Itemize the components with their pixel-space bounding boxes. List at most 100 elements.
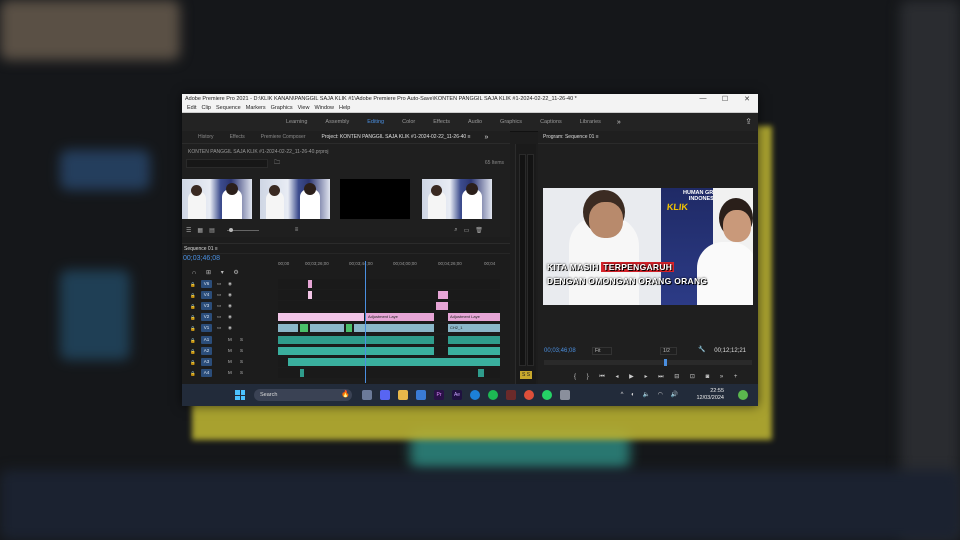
mute-button[interactable]: M <box>228 337 232 342</box>
lock-icon[interactable]: 🔒 <box>190 371 196 377</box>
sync-icon[interactable]: ▭ <box>217 303 221 309</box>
premiere-pro-icon[interactable]: Pr <box>434 390 444 400</box>
workspace-learning[interactable]: Learning <box>286 119 307 125</box>
track-label[interactable]: A1 <box>201 336 212 344</box>
after-effects-icon[interactable]: Ae <box>452 390 462 400</box>
speaker-icon[interactable]: 🔈 <box>642 392 649 398</box>
timeline-playhead[interactable] <box>365 261 366 383</box>
menu-markers[interactable]: Markers <box>246 105 266 111</box>
resolution-select[interactable]: 1/2 <box>660 347 677 355</box>
step-back-icon[interactable]: ◂ <box>615 374 618 380</box>
close-button[interactable]: ✕ <box>736 95 758 103</box>
audio-clip[interactable] <box>278 347 434 355</box>
workspace-audio[interactable]: Audio <box>468 119 482 125</box>
new-bin-icon[interactable]: 🗀 <box>274 158 280 168</box>
timeline-clip[interactable] <box>436 302 448 310</box>
project-search-input[interactable] <box>186 159 268 168</box>
chrome-icon[interactable] <box>524 390 534 400</box>
chevron-up-icon[interactable]: ^ <box>621 392 624 398</box>
timeline-clip[interactable] <box>354 324 434 332</box>
menu-edit[interactable]: Edit <box>187 105 196 111</box>
minimize-button[interactable]: — <box>692 95 714 103</box>
notification-icon[interactable] <box>738 390 748 400</box>
tray-app-icon[interactable]: ◐ <box>631 392 635 398</box>
workspace-graphics[interactable]: Graphics <box>500 119 522 125</box>
track-label[interactable]: V6 <box>201 280 212 288</box>
timeline-timecode[interactable]: 00;03;46;08 <box>183 255 220 262</box>
program-scrub-bar[interactable] <box>544 359 752 366</box>
sequence-tab[interactable]: Sequence 01 ≡ <box>182 244 510 254</box>
camera-icon[interactable]: ◙ <box>706 374 710 380</box>
audio-clip[interactable] <box>448 336 500 344</box>
lock-icon[interactable]: 🔒 <box>190 360 196 366</box>
audio-clip[interactable] <box>278 336 434 344</box>
spotify-icon[interactable] <box>488 390 498 400</box>
menu-help[interactable]: Help <box>339 105 350 111</box>
wrench-icon[interactable]: 🔧 <box>698 346 705 353</box>
wifi-icon[interactable]: ◠ <box>658 392 663 398</box>
panel-more-icon[interactable]: » <box>485 134 489 141</box>
app-icon[interactable] <box>506 390 516 400</box>
menu-sequence[interactable]: Sequence <box>216 105 241 111</box>
search-icon[interactable]: ⌕ <box>454 227 457 234</box>
mail-icon[interactable] <box>416 390 426 400</box>
timeline-clip[interactable] <box>308 291 312 299</box>
lock-icon[interactable]: 🔒 <box>190 293 196 299</box>
menu-graphics[interactable]: Graphics <box>271 105 293 111</box>
timeline-clip[interactable] <box>308 280 312 288</box>
lift-icon[interactable]: ⊟ <box>674 374 679 380</box>
track-label[interactable]: A4 <box>201 369 212 377</box>
timeline-clip[interactable] <box>278 313 364 321</box>
taskbar-search-input[interactable]: Search 🔥 <box>254 389 352 401</box>
app-icon[interactable] <box>560 390 570 400</box>
icon-view-icon[interactable]: ▦ <box>197 227 203 234</box>
menu-window[interactable]: Window <box>314 105 334 111</box>
list-view-icon[interactable]: ☰ <box>186 227 191 234</box>
audio-clip[interactable] <box>478 369 484 377</box>
timeline-clip[interactable] <box>300 324 308 332</box>
whatsapp-icon[interactable] <box>542 390 552 400</box>
sync-icon[interactable]: ▭ <box>217 325 221 331</box>
tab-effects[interactable]: Effects <box>230 134 245 140</box>
menu-clip[interactable]: Clip <box>201 105 210 111</box>
track-label[interactable]: V1 <box>201 324 212 332</box>
workspace-assembly[interactable]: Assembly <box>325 119 349 125</box>
tab-premiere-composer[interactable]: Premiere Composer <box>261 134 306 140</box>
track-label[interactable]: A2 <box>201 347 212 355</box>
media-thumbnail[interactable] <box>182 179 252 219</box>
media-thumbnail[interactable] <box>260 179 330 219</box>
mark-out-icon[interactable]: } <box>587 374 589 380</box>
file-explorer-icon[interactable] <box>398 390 408 400</box>
eye-icon[interactable]: ◉ <box>228 303 232 309</box>
workspace-color[interactable]: Color <box>402 119 415 125</box>
discord-icon[interactable] <box>380 390 390 400</box>
adjustment-layer-clip[interactable]: Adjustment Laye <box>366 313 434 321</box>
workspace-more-icon[interactable]: » <box>617 119 621 126</box>
solo-button[interactable]: S S <box>520 371 532 379</box>
menu-view[interactable]: View <box>298 105 310 111</box>
eye-icon[interactable]: ◉ <box>228 325 232 331</box>
windows-start-icon[interactable] <box>235 390 245 400</box>
media-thumbnail[interactable] <box>340 179 410 219</box>
eye-icon[interactable]: ◉ <box>228 292 232 298</box>
eye-icon[interactable]: ◉ <box>228 314 232 320</box>
export-frame-icon[interactable]: ⊡ <box>690 374 695 380</box>
sync-icon[interactable]: ▭ <box>217 281 221 287</box>
track-label[interactable]: V4 <box>201 291 212 299</box>
workspace-effects[interactable]: Effects <box>433 119 450 125</box>
share-icon[interactable]: ⇪ <box>745 117 752 126</box>
solo-track-button[interactable]: S <box>240 348 243 353</box>
thumbnail-size-slider[interactable] <box>226 227 259 232</box>
linked-selection-icon[interactable]: ⊞ <box>206 270 211 276</box>
zoom-select[interactable]: Fit <box>592 347 612 355</box>
solo-track-button[interactable]: S <box>240 337 243 342</box>
lock-icon[interactable]: 🔒 <box>190 315 196 321</box>
go-to-out-icon[interactable]: ⏭ <box>658 374 663 380</box>
audio-clip[interactable] <box>300 369 304 377</box>
timeline-clip[interactable]: CH2_1 <box>448 324 500 332</box>
lock-icon[interactable]: 🔒 <box>190 326 196 332</box>
mute-button[interactable]: M <box>228 370 232 375</box>
timeline-clip[interactable] <box>438 291 448 299</box>
step-forward-icon[interactable]: ▸ <box>644 374 647 380</box>
eye-icon[interactable]: ◉ <box>228 281 232 287</box>
